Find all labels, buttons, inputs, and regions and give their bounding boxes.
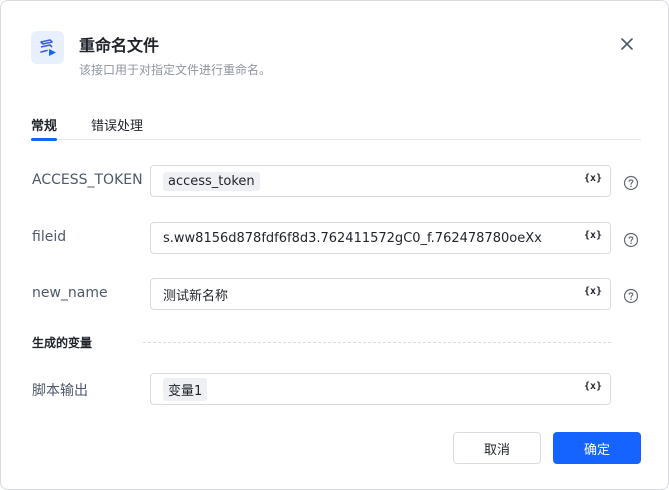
file-rename-icon	[31, 31, 64, 64]
output-variable-tag: 变量1	[163, 377, 208, 401]
help-icon[interactable]	[623, 288, 639, 304]
insert-variable-button[interactable]: {x}	[584, 173, 602, 184]
dialog-title: 重命名文件	[79, 36, 160, 55]
confirm-button[interactable]: 确定	[553, 432, 641, 464]
output-section-title: 生成的变量	[32, 336, 93, 350]
tab-bar: 常规 错误处理	[31, 113, 641, 141]
new-name-label: new_name	[32, 285, 108, 301]
tab-error-handling[interactable]: 错误处理	[91, 115, 143, 140]
script-output-field[interactable]: 变量1 {x}	[150, 373, 611, 405]
cancel-button[interactable]: 取消	[453, 432, 541, 464]
new-name-value: 测试新名称	[163, 288, 229, 304]
insert-variable-button[interactable]: {x}	[584, 381, 602, 392]
help-icon[interactable]	[623, 232, 639, 248]
rename-file-dialog: 重命名文件 该接口用于对指定文件进行重命名。 常规 错误处理 ACCESS_TO…	[0, 0, 669, 490]
tab-general[interactable]: 常规	[31, 115, 58, 141]
access-token-label: ACCESS_TOKEN	[32, 172, 143, 188]
insert-variable-button[interactable]: {x}	[584, 230, 602, 241]
access-token-field[interactable]: access_token {x}	[150, 165, 611, 197]
fileid-value: s.ww8156d878fdf6f8d3.762411572gC0_f.7624…	[163, 230, 542, 246]
script-output-label: 脚本输出	[32, 383, 88, 399]
insert-variable-button[interactable]: {x}	[584, 286, 602, 297]
fileid-label: fileid	[32, 229, 67, 245]
new-name-field[interactable]: 测试新名称 {x}	[150, 278, 611, 310]
section-divider	[143, 342, 611, 343]
access-token-tag: access_token	[163, 171, 260, 191]
close-icon[interactable]	[617, 34, 637, 54]
dialog-subtitle: 该接口用于对指定文件进行重命名。	[79, 63, 272, 77]
help-icon[interactable]	[623, 175, 639, 191]
fileid-field[interactable]: s.ww8156d878fdf6f8d3.762411572gC0_f.7624…	[150, 222, 611, 254]
